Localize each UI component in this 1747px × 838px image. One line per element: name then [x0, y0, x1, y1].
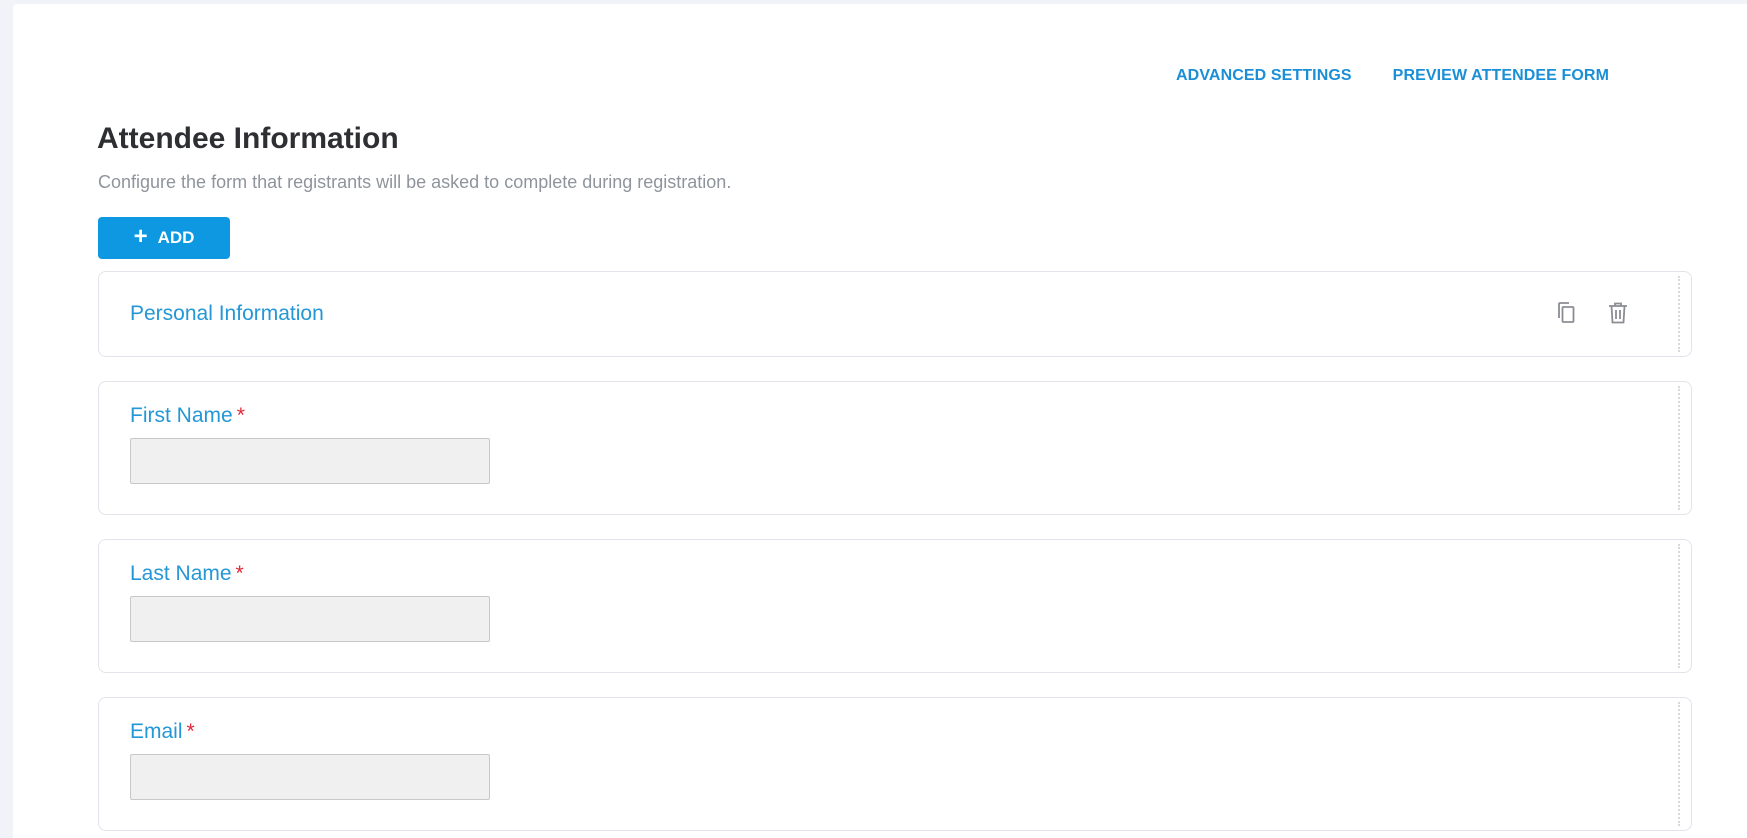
section-title: Personal Information [130, 302, 324, 325]
trash-icon[interactable] [1603, 298, 1633, 328]
preview-attendee-form-link[interactable]: PREVIEW ATTENDEE FORM [1393, 67, 1609, 85]
add-button[interactable]: + ADD [98, 217, 230, 259]
drag-handle[interactable] [1678, 702, 1684, 826]
drag-handle[interactable] [1678, 544, 1684, 668]
field-card-last-name[interactable]: Last Name * [98, 539, 1692, 673]
header-links: ADVANCED SETTINGS PREVIEW ATTENDEE FORM [1176, 67, 1609, 85]
add-button-label: ADD [157, 228, 195, 247]
copy-icon[interactable] [1551, 298, 1581, 328]
drag-handle[interactable] [1678, 386, 1684, 510]
advanced-settings-link[interactable]: ADVANCED SETTINGS [1176, 67, 1352, 85]
field-label: First Name * [130, 404, 245, 427]
field-card-first-name[interactable]: First Name * [98, 381, 1692, 515]
first-name-field[interactable] [130, 438, 490, 484]
field-label: Email * [130, 720, 195, 743]
main-panel: ADVANCED SETTINGS PREVIEW ATTENDEE FORM … [13, 4, 1747, 838]
email-field[interactable] [130, 754, 490, 800]
page-subtitle: Configure the form that registrants will… [98, 172, 732, 192]
last-name-field[interactable] [130, 596, 490, 642]
section-card-personal-information[interactable]: Personal Information [98, 271, 1692, 357]
field-label: Last Name * [130, 562, 244, 585]
required-mark: * [236, 404, 245, 427]
plus-icon: + [133, 223, 148, 250]
page-title: Attendee Information [97, 122, 399, 155]
drag-handle[interactable] [1678, 276, 1684, 352]
required-mark: * [186, 720, 195, 743]
required-mark: * [235, 562, 244, 585]
field-card-email[interactable]: Email * [98, 697, 1692, 831]
